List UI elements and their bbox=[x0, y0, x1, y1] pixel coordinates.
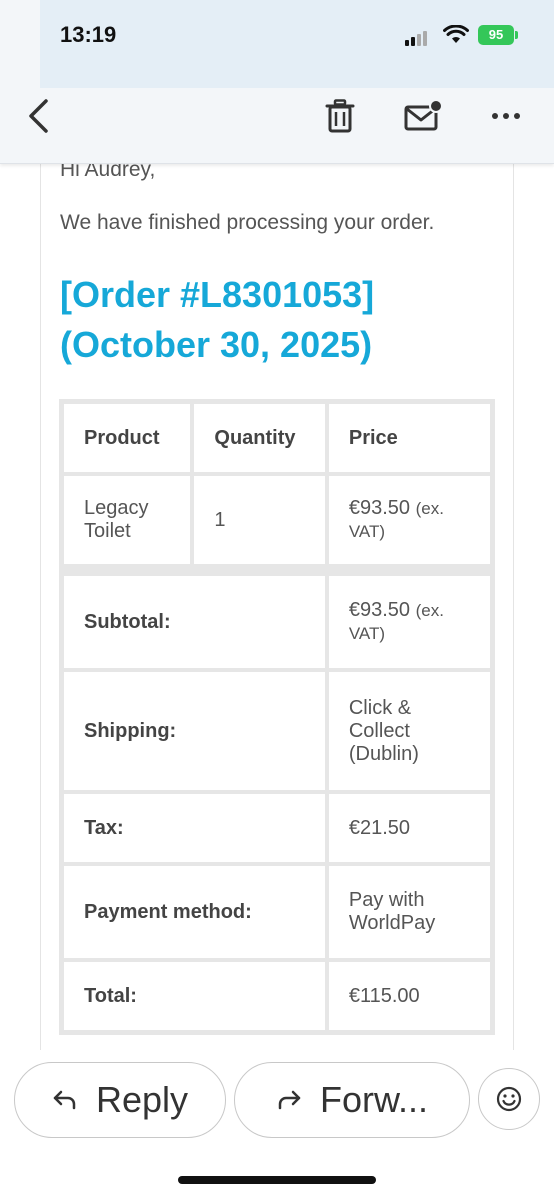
subtotal-label: Subtotal: bbox=[62, 574, 327, 670]
scrolled-banner-background bbox=[40, 0, 554, 88]
mark-unread-button[interactable] bbox=[400, 96, 446, 136]
forward-label: Forw... bbox=[319, 1079, 429, 1120]
back-button[interactable] bbox=[18, 96, 58, 136]
cellular-signal-icon bbox=[405, 30, 433, 46]
total-label: Total: bbox=[62, 960, 327, 1032]
total-row: Total: €115.00 bbox=[62, 960, 492, 1032]
payment-row: Payment method: Pay with WorldPay bbox=[62, 864, 492, 960]
header-product: Product bbox=[62, 402, 193, 474]
order-heading: [Order #L8301053] (October 30, 2025) bbox=[60, 270, 500, 370]
table-row: Legacy Toilet 1 €93.50 (ex. VAT) bbox=[62, 474, 492, 566]
battery-icon: 95 bbox=[478, 25, 514, 45]
tax-label: Tax: bbox=[62, 792, 327, 864]
item-quantity: 1 bbox=[192, 474, 327, 566]
tax-value: €21.50 bbox=[326, 792, 492, 864]
shipping-row: Shipping: Click & Collect (Dublin) bbox=[62, 670, 492, 792]
item-product: Legacy Toilet bbox=[62, 474, 193, 566]
more-horizontal-icon bbox=[492, 113, 520, 119]
email-intro: We have finished processing your order. bbox=[60, 211, 435, 234]
order-date: (October 30, 2025) bbox=[60, 324, 373, 365]
table-divider bbox=[62, 566, 492, 574]
reply-label: Reply bbox=[95, 1079, 189, 1120]
item-price: €93.50 (ex. VAT) bbox=[326, 474, 492, 566]
header-price: Price bbox=[326, 402, 492, 474]
payment-label: Payment method: bbox=[62, 864, 327, 960]
table-header-row: Product Quantity Price bbox=[62, 402, 492, 474]
forward-arrow-icon bbox=[278, 1090, 301, 1110]
chevron-left-icon bbox=[29, 99, 48, 133]
more-options-button[interactable] bbox=[486, 96, 526, 136]
shipping-label: Shipping: bbox=[62, 670, 327, 792]
status-time: 13:19 bbox=[60, 22, 117, 47]
payment-value: Pay with WorldPay bbox=[326, 864, 492, 960]
trash-icon bbox=[325, 99, 355, 133]
forward-button[interactable]: Forw... bbox=[234, 1062, 470, 1138]
reply-arrow-icon bbox=[53, 1090, 76, 1110]
wifi-icon bbox=[443, 24, 469, 45]
total-value: €115.00 bbox=[326, 960, 492, 1032]
subtotal-value: €93.50 (ex. VAT) bbox=[326, 574, 492, 670]
shipping-value: Click & Collect (Dublin) bbox=[326, 670, 492, 792]
emoji-reaction-button[interactable] bbox=[478, 1068, 540, 1130]
battery-tip bbox=[515, 31, 518, 39]
smiley-icon bbox=[496, 1086, 522, 1112]
tax-row: Tax: €21.50 bbox=[62, 792, 492, 864]
delete-button[interactable] bbox=[320, 96, 360, 136]
mail-unread-icon bbox=[404, 99, 443, 131]
order-number: [Order #L8301053] bbox=[60, 274, 375, 315]
subtotal-row: Subtotal: €93.50 (ex. VAT) bbox=[62, 574, 492, 670]
order-table: Product Quantity Price Legacy Toilet 1 €… bbox=[59, 399, 495, 1035]
header-quantity: Quantity bbox=[192, 402, 327, 474]
reply-button[interactable]: Reply bbox=[14, 1062, 226, 1138]
home-indicator bbox=[178, 1176, 376, 1184]
top-toolbar: 13:19 95 bbox=[0, 0, 554, 164]
